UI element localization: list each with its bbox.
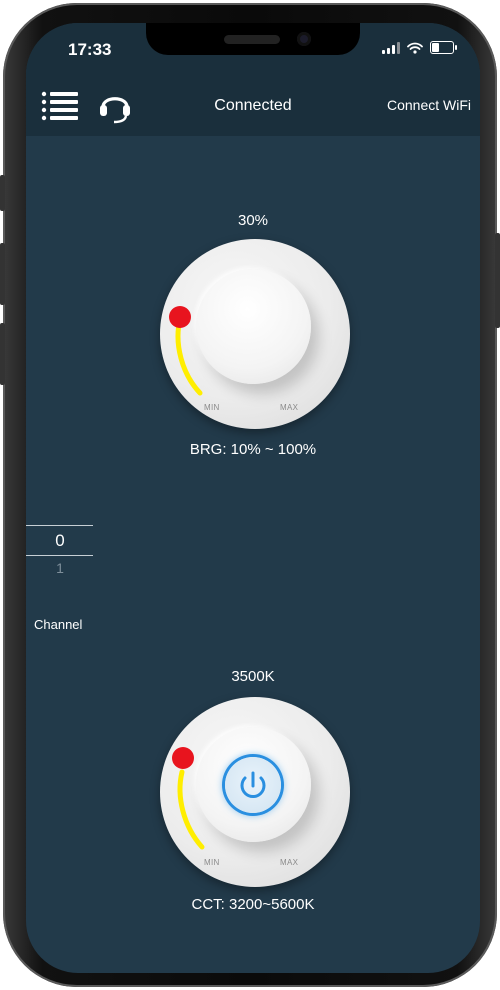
wifi-icon <box>407 42 423 54</box>
power-side-button <box>495 233 500 328</box>
channel-next-value[interactable]: 1 <box>26 560 94 576</box>
channel-picker-top-divider <box>26 525 93 526</box>
cct-range-label: CCT: 3200~5600K <box>191 896 315 913</box>
channel-picker-bottom-divider <box>26 555 93 556</box>
brightness-knob-dial[interactable] <box>196 269 311 384</box>
speaker-grille <box>224 35 280 44</box>
brightness-knob[interactable]: MIN MAX <box>160 239 350 429</box>
power-icon <box>240 771 266 798</box>
cellular-signal-icon <box>382 41 400 54</box>
top-bar: 17:33 Connected Connect WiFi <box>26 23 480 136</box>
battery-icon <box>430 41 457 54</box>
cct-knob-dial[interactable] <box>196 727 311 842</box>
brightness-min-label: MIN <box>204 403 220 412</box>
cct-min-label: MIN <box>204 858 220 867</box>
cct-knob[interactable]: MIN MAX <box>160 697 350 887</box>
status-time: 17:33 <box>68 40 112 59</box>
channel-current-value[interactable]: 0 <box>26 531 94 551</box>
volume-down-button <box>0 323 5 385</box>
cct-value-label: 3500K <box>231 668 275 685</box>
connect-wifi-button[interactable]: Connect WiFi <box>387 97 471 113</box>
brightness-value-label: 30% <box>237 212 269 229</box>
channel-label: Channel <box>34 617 83 632</box>
phone-frame: 17:33 Connected Connect WiFi 30% MIN MAX… <box>0 3 500 987</box>
power-button[interactable] <box>225 757 281 813</box>
notch <box>146 23 360 55</box>
volume-up-button <box>0 243 5 305</box>
status-icons <box>382 41 457 54</box>
cct-max-label: MAX <box>280 858 299 867</box>
brightness-range-label: BRG: 10% ~ 100% <box>189 441 317 458</box>
front-camera <box>297 32 311 46</box>
mute-switch <box>0 175 5 211</box>
app-screen: 17:33 Connected Connect WiFi 30% MIN MAX… <box>26 23 480 973</box>
brightness-max-label: MAX <box>280 403 299 412</box>
